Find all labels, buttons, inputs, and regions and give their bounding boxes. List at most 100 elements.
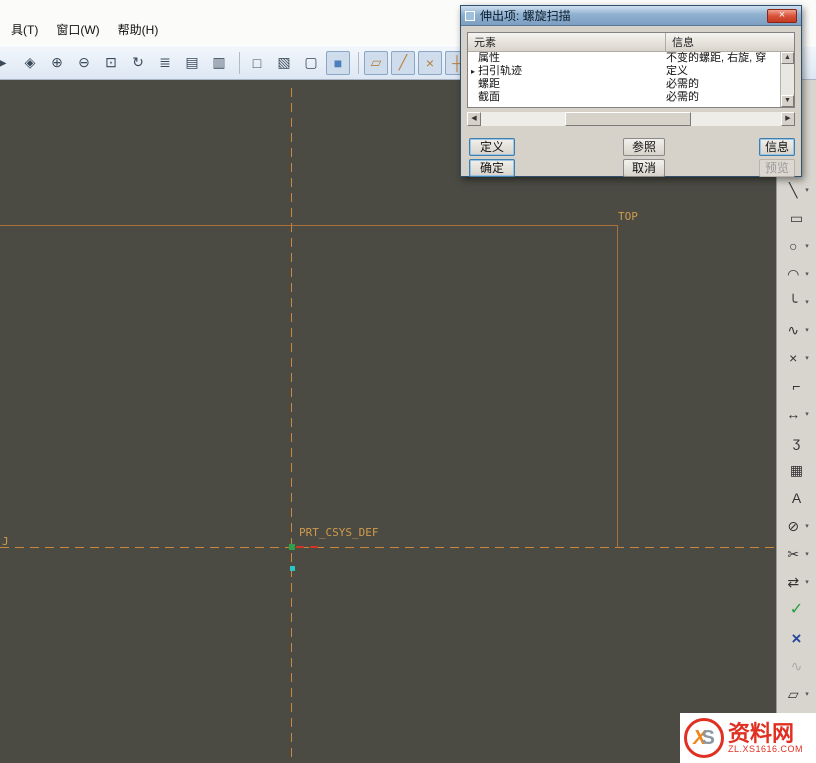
- current-row-marker: ▸: [468, 65, 478, 78]
- dropdown-caret-icon[interactable]: ▾: [805, 270, 809, 278]
- spline-icon[interactable]: ∿ ▾: [777, 316, 816, 344]
- line-icon[interactable]: ╲ ▾: [777, 176, 816, 204]
- repaint-icon[interactable]: ↻: [126, 51, 150, 75]
- wireframe-icon[interactable]: □: [245, 51, 269, 75]
- dropdown-caret-icon[interactable]: ▾: [805, 242, 809, 250]
- table-row[interactable]: 螺距 必需的: [468, 78, 780, 91]
- scroll-down-icon[interactable]: ▼: [781, 95, 794, 107]
- table-vertical-scrollbar[interactable]: ▲ ▼: [780, 52, 794, 107]
- graphics-area[interactable]: TOP PRT_CSYS_DEF J: [0, 80, 776, 763]
- dropdown-caret-icon[interactable]: ▾: [805, 578, 809, 586]
- icon-glyph: ╰: [784, 295, 802, 309]
- define-button[interactable]: 定义: [469, 138, 515, 156]
- cancel-button[interactable]: 取消: [623, 159, 665, 177]
- top-datum-label[interactable]: TOP: [618, 210, 638, 223]
- table-horizontal-scrollbar[interactable]: ◀ ▶: [467, 112, 795, 126]
- shaded-icon[interactable]: ■: [326, 51, 350, 75]
- top-datum-edge-horizontal[interactable]: [0, 225, 618, 226]
- element-cell: 螺距: [478, 78, 666, 91]
- point-icon[interactable]: × ▾: [777, 344, 816, 372]
- offset-edge-icon[interactable]: ⊘ ▾: [777, 512, 816, 540]
- parallelogram-icon[interactable]: ▱ ▾: [777, 680, 816, 708]
- circle-icon[interactable]: ○ ▾: [777, 232, 816, 260]
- horizontal-centerline[interactable]: [0, 547, 776, 548]
- dimension-icon[interactable]: ↔ ▾: [777, 400, 816, 428]
- top-datum-edge-vertical[interactable]: [617, 225, 618, 548]
- dropdown-caret-icon[interactable]: ▾: [805, 186, 809, 194]
- references-button[interactable]: 参照: [623, 138, 665, 156]
- icon-glyph: ◠: [784, 267, 802, 281]
- menu-item-help[interactable]: 帮助(H): [109, 18, 168, 41]
- vertical-centerline[interactable]: [291, 88, 292, 763]
- edge-label-partial[interactable]: J: [2, 535, 9, 548]
- watermark-brand: 资料网: [728, 722, 803, 745]
- cancel-x-icon[interactable]: ×: [777, 624, 816, 652]
- layers-icon[interactable]: ≣: [153, 51, 177, 75]
- partial-tool-icon[interactable]: ▸: [0, 51, 15, 75]
- scroll-left-icon[interactable]: ◀: [467, 112, 481, 126]
- origin-point[interactable]: [289, 544, 295, 550]
- dropdown-caret-icon[interactable]: ▾: [805, 550, 809, 558]
- zoom-out-icon[interactable]: ⊖: [72, 51, 96, 75]
- icon-glyph: ×: [788, 630, 806, 647]
- arc-icon[interactable]: ◠ ▾: [777, 260, 816, 288]
- watermark-url: ZL.XS1616.COM: [728, 745, 803, 754]
- icon-glyph: ○: [784, 239, 802, 253]
- constraint-palette-icon[interactable]: ▦: [777, 456, 816, 484]
- csys-label[interactable]: PRT_CSYS_DEF: [299, 526, 378, 539]
- modify-icon[interactable]: ʒ: [777, 428, 816, 456]
- helical-sweep-dialog: 伸出项: 螺旋扫描 × 元素 信息 属性 不变的螺距, 右旋, 穿 ▸: [460, 5, 802, 177]
- sketch-point[interactable]: [290, 566, 295, 571]
- hidden-line-icon[interactable]: ▧: [272, 51, 296, 75]
- text-icon[interactable]: A: [777, 484, 816, 512]
- ok-button[interactable]: 确定: [469, 159, 515, 177]
- info-button[interactable]: 信息: [759, 138, 795, 156]
- reference-mark: [296, 546, 304, 548]
- watermark-logo-s: S: [702, 727, 715, 750]
- fillet-icon[interactable]: ╰ ▾: [777, 288, 816, 316]
- done-check-icon[interactable]: ✓: [777, 596, 816, 624]
- dropdown-caret-icon[interactable]: ▾: [805, 298, 809, 306]
- no-hidden-icon[interactable]: ▢: [299, 51, 323, 75]
- datum-plane-toggle-icon[interactable]: ▱: [364, 51, 388, 75]
- toolbar-separator: [239, 52, 240, 74]
- menu-item-window[interactable]: 窗口(W): [47, 18, 108, 41]
- trim-icon[interactable]: ✂ ▾: [777, 540, 816, 568]
- table-row[interactable]: 属性 不变的螺距, 右旋, 穿: [468, 52, 780, 65]
- table-row[interactable]: 截面 必需的: [468, 91, 780, 104]
- dropdown-caret-icon[interactable]: ▾: [805, 326, 809, 334]
- datum-point-toggle-icon[interactable]: ×: [418, 51, 442, 75]
- zoom-in-icon[interactable]: ⊕: [45, 51, 69, 75]
- view-manager-icon[interactable]: ▤: [180, 51, 204, 75]
- dialog-icon: [465, 11, 475, 21]
- saved-views-icon[interactable]: ◈: [18, 51, 42, 75]
- coordinate-system-icon[interactable]: ⌐: [777, 372, 816, 400]
- icon-glyph: ╲: [784, 183, 802, 197]
- table-row[interactable]: ▸ 扫引轨迹 定义: [468, 65, 780, 78]
- column-header-info: 信息: [666, 33, 794, 51]
- icon-glyph: ▦: [788, 463, 806, 477]
- close-button[interactable]: ×: [767, 9, 797, 23]
- wave-icon[interactable]: ∿: [777, 652, 816, 680]
- horizontal-scroll-thumb[interactable]: [565, 112, 691, 126]
- dropdown-caret-icon[interactable]: ▾: [805, 522, 809, 530]
- datum-axis-toggle-icon[interactable]: ╱: [391, 51, 415, 75]
- reference-mark: [310, 546, 318, 548]
- drawing-icon[interactable]: ▥: [207, 51, 231, 75]
- horizontal-scroll-track[interactable]: [481, 112, 781, 126]
- dropdown-caret-icon[interactable]: ▾: [805, 410, 809, 418]
- preview-button: 预览: [759, 159, 795, 177]
- toolbar-separator: [358, 52, 359, 74]
- scroll-right-icon[interactable]: ▶: [781, 112, 795, 126]
- menu-item-tools[interactable]: 具(T): [2, 18, 47, 41]
- mirror-icon[interactable]: ⇄ ▾: [777, 568, 816, 596]
- rectangle-icon[interactable]: ▭: [777, 204, 816, 232]
- dropdown-caret-icon[interactable]: ▾: [805, 354, 809, 362]
- refit-icon[interactable]: ⊡: [99, 51, 123, 75]
- dropdown-caret-icon[interactable]: ▾: [805, 690, 809, 698]
- scroll-up-icon[interactable]: ▲: [781, 52, 794, 64]
- info-cell: 必需的: [666, 78, 780, 91]
- icon-glyph: ✓: [788, 602, 806, 618]
- dialog-titlebar[interactable]: 伸出项: 螺旋扫描 ×: [461, 6, 801, 26]
- icon-glyph: ▱: [784, 687, 802, 701]
